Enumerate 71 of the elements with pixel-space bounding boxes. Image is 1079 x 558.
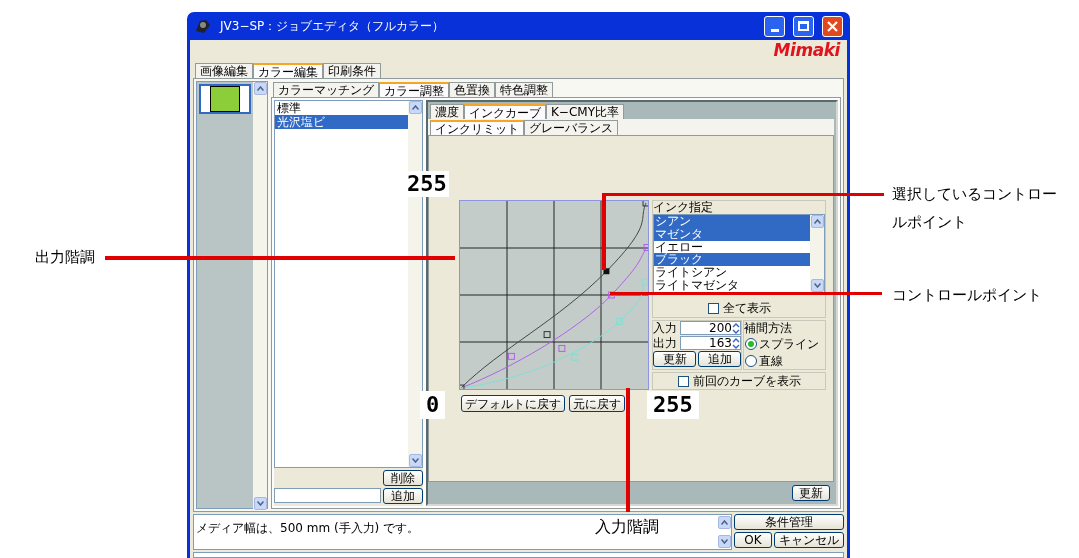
radio-button[interactable] bbox=[745, 354, 757, 367]
update-button[interactable]: 更新 bbox=[792, 485, 830, 501]
tab[interactable]: インクリミット bbox=[430, 120, 524, 136]
tab[interactable]: 色置換 bbox=[449, 82, 495, 97]
scroll-up-icon[interactable] bbox=[408, 101, 422, 114]
add-button[interactable]: 追加 bbox=[698, 351, 741, 367]
scroll-down-icon[interactable] bbox=[718, 535, 731, 548]
tab[interactable]: カラー編集 bbox=[253, 63, 323, 79]
delete-button[interactable]: 削除 bbox=[383, 470, 423, 486]
image-thumbnail[interactable] bbox=[199, 84, 251, 114]
logo: Mimaki bbox=[773, 41, 840, 59]
checkbox[interactable] bbox=[677, 375, 689, 387]
scroll-up-icon[interactable] bbox=[253, 82, 267, 95]
field-label: 出力 bbox=[653, 336, 678, 350]
name-input[interactable] bbox=[274, 488, 381, 503]
undo-button[interactable]: 元に戻す bbox=[569, 395, 625, 412]
scroll-down-icon[interactable] bbox=[810, 279, 824, 292]
tab[interactable]: グレーバランス bbox=[524, 120, 618, 135]
spinner-arrows-icon bbox=[732, 322, 740, 334]
photo-placeholder bbox=[210, 86, 240, 112]
tab[interactable]: 印刷条件 bbox=[323, 63, 381, 78]
callout-label: 入力階調 bbox=[595, 516, 659, 538]
radio-button[interactable] bbox=[745, 337, 757, 350]
scroll-down-icon[interactable] bbox=[253, 497, 267, 510]
update-button[interactable]: 更新 bbox=[653, 351, 696, 367]
radio-label: 直線 bbox=[759, 353, 783, 368]
checkbox-label: 全て表示 bbox=[722, 301, 771, 315]
radio-label: スプライン bbox=[759, 336, 819, 351]
list-item[interactable]: 標準 bbox=[275, 101, 408, 115]
ink-item[interactable]: イエロー bbox=[654, 240, 810, 254]
tab[interactable]: 濃度 bbox=[430, 104, 464, 119]
tab[interactable]: 特色調整 bbox=[495, 82, 553, 97]
checkbox[interactable] bbox=[707, 302, 719, 314]
ok-button[interactable]: OK bbox=[734, 532, 772, 548]
minimize-button[interactable] bbox=[764, 15, 785, 37]
close-icon bbox=[827, 20, 838, 32]
reset-default-button[interactable]: デフォルトに戻す bbox=[461, 395, 565, 412]
number-spinner[interactable]: 200 bbox=[680, 321, 741, 335]
condition-manage-button[interactable]: 条件管理 bbox=[734, 514, 844, 530]
tab[interactable]: 画像編集 bbox=[195, 63, 253, 78]
ink-item[interactable]: ブラック bbox=[654, 253, 810, 267]
scroll-down-icon[interactable] bbox=[408, 454, 422, 467]
ink-label: インク指定 bbox=[653, 201, 714, 214]
callout-label: 出力階調 bbox=[35, 247, 95, 268]
field-label: 入力 bbox=[653, 321, 678, 335]
add-button[interactable]: 追加 bbox=[383, 488, 423, 504]
window-title: JV3−SP：ジョブエディタ（フルカラー） bbox=[220, 18, 446, 35]
scroll-up-icon[interactable] bbox=[718, 516, 731, 529]
callout-label: コントロールポイント bbox=[892, 285, 1042, 306]
callout-label: 選択しているコントロールポイント bbox=[892, 184, 1058, 233]
interpolation-label: 補間方法 bbox=[744, 321, 793, 335]
ink-item[interactable]: ライトマゼンタ bbox=[654, 279, 810, 292]
axis-max-label: 255 bbox=[405, 171, 449, 197]
ink-item[interactable]: ライトシアン bbox=[654, 266, 810, 279]
tab[interactable]: インクカーブ bbox=[464, 104, 546, 120]
number-spinner[interactable]: 163 bbox=[680, 336, 741, 350]
list-item[interactable]: 光沢塩ビ bbox=[275, 115, 408, 129]
checkbox-label: 前回のカーブを表示 bbox=[692, 374, 801, 388]
tab[interactable]: カラーマッチング bbox=[273, 82, 379, 97]
scroll-up-icon[interactable] bbox=[810, 215, 824, 228]
tab[interactable]: K−CMY比率 bbox=[546, 104, 624, 119]
tab[interactable]: カラー調整 bbox=[379, 82, 449, 98]
close-button[interactable] bbox=[822, 15, 843, 37]
ink-item[interactable]: シアン bbox=[654, 215, 810, 228]
spinner-arrows-icon bbox=[732, 337, 740, 349]
axis-max-label: 255 bbox=[647, 391, 699, 419]
cancel-button[interactable]: キャンセル bbox=[774, 532, 844, 548]
app-icon bbox=[194, 17, 212, 35]
axis-min-label: 0 bbox=[420, 391, 446, 419]
status-message: メディア幅は、500 mm (手入力) です。 bbox=[196, 521, 420, 535]
maximize-button[interactable] bbox=[793, 15, 814, 37]
